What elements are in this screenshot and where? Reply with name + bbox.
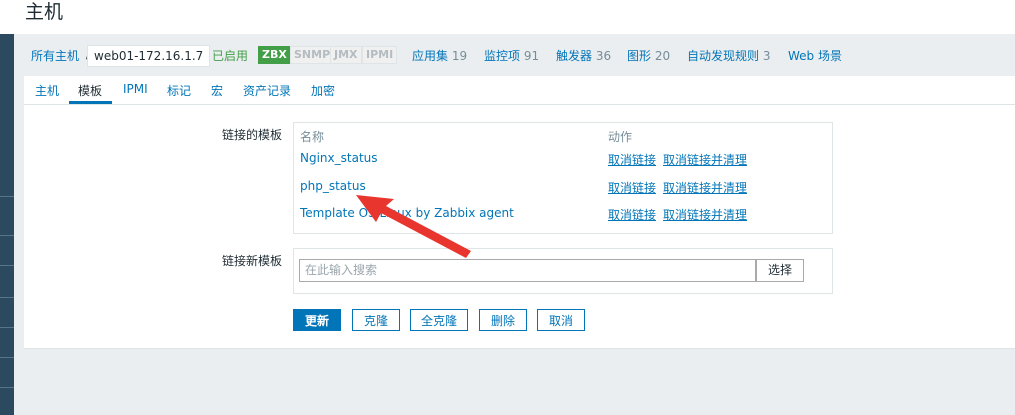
red-annotation-arrow-icon <box>356 195 471 258</box>
